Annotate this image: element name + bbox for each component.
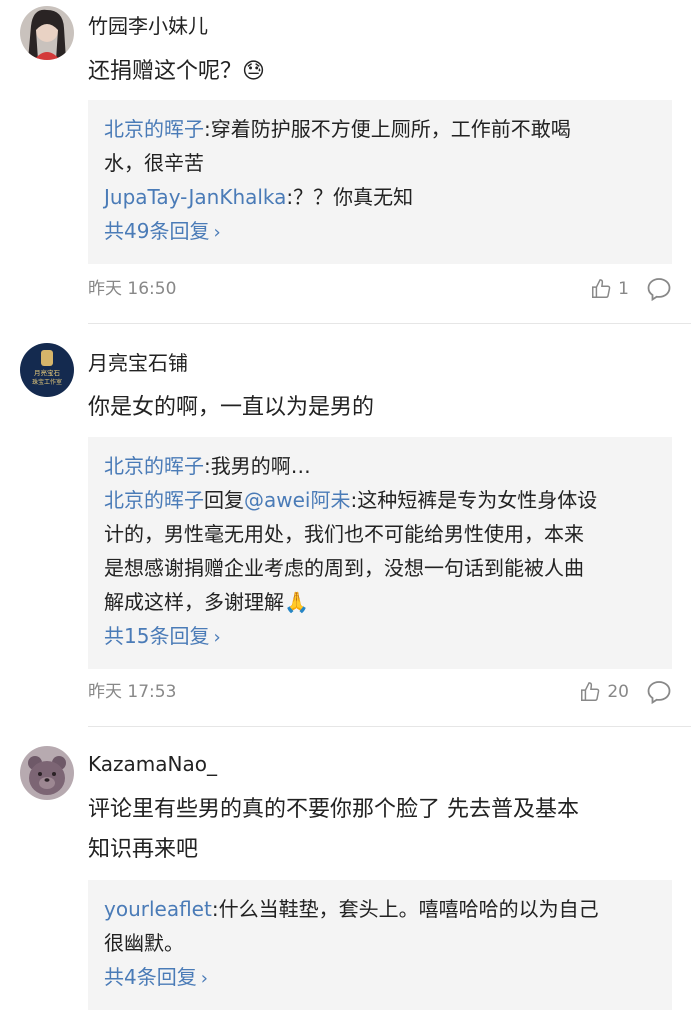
avatar-logo-text: 月亮宝石 [34,368,61,377]
username[interactable]: 月亮宝石铺 [88,347,188,376]
view-more-replies-link[interactable]: 共49条回复 › [104,214,656,250]
chevron-right-icon: › [213,222,221,243]
reply-line: 计的，男性毫无用处，我们也不可能给男性使用，本来 [104,517,656,551]
reply-line: 解成这样，多谢理解🙏 [104,585,656,619]
thumbs-up-icon [592,279,611,298]
timestamp: 昨天 16:50 [88,279,177,299]
divider [88,726,691,727]
reply-text: :这种短裤是专为女性身体设 [350,488,598,512]
reply-line: 水，很辛苦 [104,146,656,180]
view-more-replies-link[interactable]: 共15条回复 › [104,619,656,655]
comment-text: 你是女的啊，一直以为是男的 [88,395,375,420]
comment-text: 还捐赠这个呢？😓 [88,59,265,84]
mention-link[interactable]: @awei阿未 [244,488,350,512]
reply-line: 是想感谢捐赠企业考虑的周到，没想一句话到能被人曲 [104,551,656,585]
reply-line: 北京的晖子回复@awei阿未:这种短裤是专为女性身体设 [104,483,656,517]
comment-text: 评论里有些男的真的不要你那个脸了 先去普及基本 知识再来吧 [88,790,668,870]
comment-meta: 昨天 17:53 20 [88,678,673,706]
reply-author[interactable]: 北京的晖子 [104,488,204,512]
comment-text-line: 知识再来吧 [88,837,199,862]
timestamp: 昨天 17:53 [88,682,177,702]
reply-author[interactable]: 北京的晖子 [104,117,204,141]
reply-line: 很幽默。 [104,926,656,960]
reply-text: 回复 [204,488,244,512]
reply-line: 北京的晖子:我男的啊… [104,449,656,483]
svg-text:珠宝工作室: 珠宝工作室 [32,378,62,386]
reply-preview-box[interactable]: 北京的晖子:穿着防护服不方便上厕所，工作前不敢喝 水，很辛苦 JupaTay-J… [88,100,672,264]
reply-author[interactable]: JupaTay-JanKhalka [104,185,286,209]
reply-text: 很幽默。 [104,931,184,955]
reply-text: 是想感谢捐赠企业考虑的周到，没想一句话到能被人曲 [104,556,584,580]
reply-author[interactable]: yourleaflet [104,897,212,921]
chevron-right-icon: › [213,627,221,648]
comment-text-line: 评论里有些男的真的不要你那个脸了 先去普及基本 [88,797,579,822]
comment-bubble-icon[interactable] [645,275,673,303]
reply-line: JupaTay-JanKhalka:？？你真无知 [104,180,656,214]
reply-text: :我男的啊… [204,454,311,478]
reply-text: :穿着防护服不方便上厕所，工作前不敢喝 [204,117,571,141]
like-count: 1 [618,279,629,299]
reply-author[interactable]: 北京的晖子 [104,454,204,478]
chevron-right-icon: › [200,968,208,989]
avatar[interactable] [20,746,74,800]
divider [88,323,691,324]
reply-line: 北京的晖子:穿着防护服不方便上厕所，工作前不敢喝 [104,112,656,146]
reply-line: yourleaflet:什么当鞋垫，套头上。嘻嘻哈哈的以为自己 [104,892,656,926]
view-more-replies-link[interactable]: 共4条回复 › [104,960,656,996]
username[interactable]: KazamaNao_ [88,752,217,776]
avatar[interactable]: 月亮宝石 珠宝工作室 [20,343,74,397]
thumbs-up-icon [581,682,600,701]
like-button[interactable]: 20 [579,678,629,706]
reply-text: :？？你真无知 [286,185,414,209]
avatar[interactable] [20,6,74,60]
reply-preview-box[interactable]: yourleaflet:什么当鞋垫，套头上。嘻嘻哈哈的以为自己 很幽默。 共4条… [88,880,672,1010]
comment-meta: 昨天 16:50 1 [88,275,673,303]
reply-text: 解成这样，多谢理解🙏 [104,590,309,614]
reply-preview-box[interactable]: 北京的晖子:我男的啊… 北京的晖子回复@awei阿未:这种短裤是专为女性身体设 … [88,437,672,669]
like-count: 20 [607,682,629,702]
like-button[interactable]: 1 [590,275,629,303]
reply-text: 水，很辛苦 [104,151,204,175]
reply-text: :什么当鞋垫，套头上。嘻嘻哈哈的以为自己 [211,897,599,921]
username[interactable]: 竹园李小妹儿 [88,10,208,39]
comment-bubble-icon[interactable] [645,678,673,706]
reply-text: 计的，男性毫无用处，我们也不可能给男性使用，本来 [104,522,584,546]
